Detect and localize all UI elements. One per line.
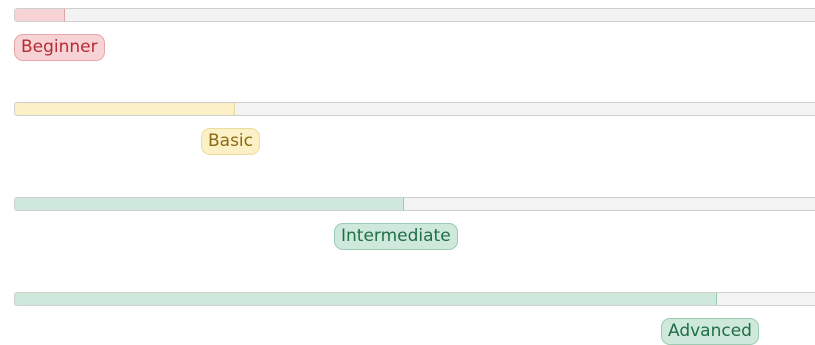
- level-badge: Beginner: [14, 34, 105, 61]
- progress-track: [14, 292, 815, 306]
- level-badge: Advanced: [661, 318, 759, 345]
- skill-level-beginner: Beginner: [14, 8, 815, 61]
- progress-fill: [15, 103, 235, 115]
- skill-level-advanced: Advanced: [14, 292, 815, 345]
- progress-fill: [15, 293, 718, 305]
- skill-level-intermediate: Intermediate: [14, 197, 815, 250]
- skill-level-basic: Basic: [14, 102, 815, 155]
- progress-fill: [15, 9, 65, 21]
- progress-track: [14, 8, 815, 22]
- progress-track: [14, 197, 815, 211]
- level-badge: Intermediate: [334, 223, 458, 250]
- progress-fill: [15, 198, 404, 210]
- level-badge: Basic: [201, 128, 261, 155]
- progress-track: [14, 102, 815, 116]
